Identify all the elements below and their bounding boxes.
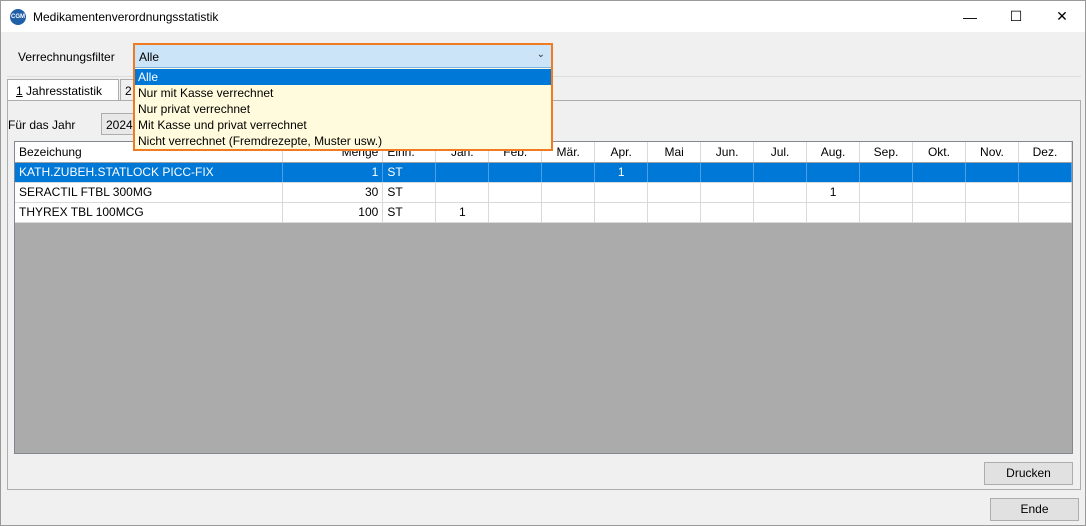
dropdown-option[interactable]: Nur mit Kasse verrechnet xyxy=(135,85,551,101)
dropdown-options-list: Alle Nur mit Kasse verrechnet Nur privat v… xyxy=(135,69,551,149)
column-header[interactable]: Dez. xyxy=(1018,142,1072,163)
cell-month xyxy=(541,182,596,203)
column-header[interactable]: Mai xyxy=(647,142,702,163)
cell-month xyxy=(700,202,755,223)
cell-name: SERACTIL FTBL 300MG xyxy=(15,182,284,203)
cell-month xyxy=(488,182,543,203)
cell-month xyxy=(1018,202,1072,223)
year-label: Für das Jahr xyxy=(8,118,76,132)
cell-month xyxy=(700,182,755,203)
cell-month: 1 xyxy=(594,162,649,183)
cell-month xyxy=(859,162,913,183)
filter-label: Verrechnungsfilter xyxy=(18,50,115,64)
table-body: KATH.ZUBEH.STATLOCK PICC-FIX 1 ST 1 SERACTIL… xyxy=(15,162,1072,223)
table-row[interactable]: SERACTIL FTBL 300MG 30 ST 1 xyxy=(15,182,1072,203)
dropdown-selected[interactable]: Alle ⌄ xyxy=(135,45,551,68)
cell-month xyxy=(647,202,702,223)
cell-month xyxy=(488,202,543,223)
dropdown-selected-value: Alle xyxy=(139,50,160,64)
cell-month xyxy=(700,162,755,183)
statistics-table: Bezeichung Menge Einh. Jän. Feb. Mär. Apr. Mai J… xyxy=(15,142,1072,223)
cell-name: THYREX TBL 100MCG xyxy=(15,202,284,223)
table-row[interactable]: THYREX TBL 100MCG 100 ST 1 xyxy=(15,202,1072,223)
tab-jahresstatistik-mnemonic: 1 xyxy=(16,84,23,98)
column-header[interactable]: Okt. xyxy=(912,142,966,163)
cell-month xyxy=(753,162,808,183)
cell-month xyxy=(647,182,702,203)
cell-month xyxy=(594,202,649,223)
cell-month xyxy=(859,182,913,203)
cell-month xyxy=(965,182,1019,203)
cell-einheit: ST xyxy=(382,182,437,203)
cell-month xyxy=(541,202,596,223)
close-button[interactable]: ✕ xyxy=(1039,1,1085,32)
ende-button[interactable]: Ende xyxy=(990,498,1079,521)
cell-month xyxy=(912,182,966,203)
minimize-button[interactable]: — xyxy=(947,1,993,32)
verrechnungsfilter-dropdown[interactable]: Alle ⌄ Alle Nur mit Kasse verrechnet Nur p… xyxy=(133,43,553,151)
app-window: CGM Medikamentenverordnungsstatistik — ☐… xyxy=(0,0,1086,526)
chevron-down-icon[interactable]: ⌄ xyxy=(537,49,545,60)
tab-second-label: 2 xyxy=(125,84,132,98)
cell-month xyxy=(806,162,861,183)
cell-month xyxy=(1018,182,1072,203)
cell-month xyxy=(753,202,808,223)
cell-month xyxy=(435,162,490,183)
dropdown-option[interactable]: Nur privat verrechnet xyxy=(135,101,551,117)
app-icon: CGM xyxy=(10,9,26,25)
dropdown-option[interactable]: Alle xyxy=(135,69,551,85)
column-header[interactable]: Aug. xyxy=(806,142,861,163)
cell-month xyxy=(965,202,1019,223)
cell-month xyxy=(488,162,543,183)
title-bar: CGM Medikamentenverordnungsstatistik — ☐… xyxy=(1,1,1085,32)
statistics-grid: Bezeichung Menge Einh. Jän. Feb. Mär. Apr. Mai J… xyxy=(14,141,1073,454)
drucken-button[interactable]: Drucken xyxy=(984,462,1073,485)
table-row[interactable]: KATH.ZUBEH.STATLOCK PICC-FIX 1 ST 1 xyxy=(15,162,1072,183)
cell-month xyxy=(806,202,861,223)
dropdown-option[interactable]: Nicht verrechnet (Fremdrezepte, Muster u… xyxy=(135,133,551,149)
cell-month xyxy=(912,202,966,223)
cell-month xyxy=(753,182,808,203)
column-header[interactable]: Nov. xyxy=(965,142,1019,163)
cell-month xyxy=(594,182,649,203)
cell-name: KATH.ZUBEH.STATLOCK PICC-FIX xyxy=(15,162,284,183)
cell-month xyxy=(965,162,1019,183)
tab-jahresstatistik-label: Jahresstatistik xyxy=(22,84,103,98)
cell-month xyxy=(647,162,702,183)
tab-jahresstatistik[interactable]: 1 Jahresstatistik xyxy=(7,79,119,101)
cell-menge: 100 xyxy=(282,202,384,223)
cell-month: 1 xyxy=(435,202,490,223)
window-title: Medikamentenverordnungsstatistik xyxy=(33,10,219,24)
cell-einheit: ST xyxy=(382,202,437,223)
cell-month xyxy=(541,162,596,183)
column-header[interactable]: Jun. xyxy=(700,142,755,163)
column-header[interactable]: Jul. xyxy=(753,142,808,163)
column-header[interactable]: Sep. xyxy=(859,142,913,163)
cell-month xyxy=(859,202,913,223)
cell-einheit: ST xyxy=(382,162,437,183)
cell-month xyxy=(435,182,490,203)
year-select[interactable]: 2024 xyxy=(101,113,137,135)
cell-month: 1 xyxy=(806,182,861,203)
column-header[interactable]: Apr. xyxy=(594,142,649,163)
dropdown-option[interactable]: Mit Kasse und privat verrechnet xyxy=(135,117,551,133)
cell-menge: 1 xyxy=(282,162,384,183)
maximize-button[interactable]: ☐ xyxy=(993,1,1039,32)
cell-month xyxy=(1018,162,1072,183)
cell-menge: 30 xyxy=(282,182,384,203)
cell-month xyxy=(912,162,966,183)
